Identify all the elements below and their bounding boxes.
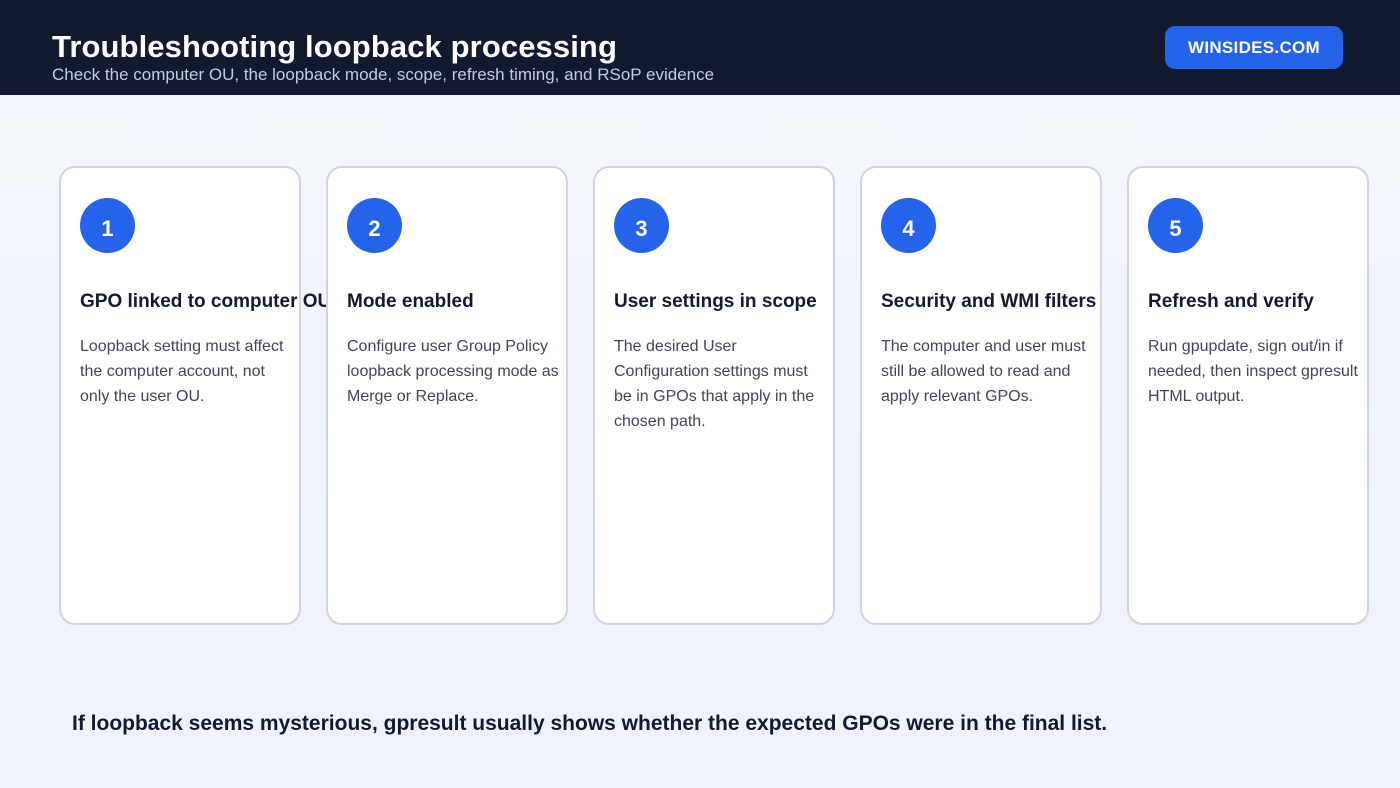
top-header-bar: Troubleshooting loopback processing Chec… [0,0,1400,95]
step-description: Run gpupdate, sign out/in if needed, the… [1148,338,1358,405]
brand-link-button[interactable]: WINSIDES.COM [1165,26,1343,69]
step-description: Configure user Group Policy loopback pro… [347,338,559,405]
step-number-badge: 2 [347,198,402,253]
step-number-badge: 5 [1148,198,1203,253]
step-description: The computer and user must still be allo… [881,338,1086,405]
step-title: Refresh and verify [1148,291,1314,312]
step-description: The desired User Configuration settings … [614,338,815,430]
step-title: Security and WMI filters [881,291,1097,312]
step-card-5: 5 Refresh and verify Run gpupdate, sign … [1127,166,1369,625]
step-title: GPO linked to computer OU [80,291,332,312]
step-title: Mode enabled [347,291,474,312]
step-number-badge: 3 [614,198,669,253]
step-number-badge: 1 [80,198,135,253]
step-title: User settings in scope [614,291,817,312]
footer-note: If loopback seems mysterious, gpresult u… [72,712,1108,735]
step-number-badge: 4 [881,198,936,253]
page-title: Troubleshooting loopback processing [52,29,617,64]
step-card-4: 4 Security and WMI filters The computer … [860,166,1102,625]
step-card-2: 2 Mode enabled Configure user Group Poli… [326,166,568,625]
step-card-3: 3 User settings in scope The desired Use… [593,166,835,625]
page-subtitle: Check the computer OU, the loopback mode… [52,65,715,84]
step-description: Loopback setting must affect the compute… [80,338,284,405]
step-card-1: 1 GPO linked to computer OU Loopback set… [59,166,331,625]
